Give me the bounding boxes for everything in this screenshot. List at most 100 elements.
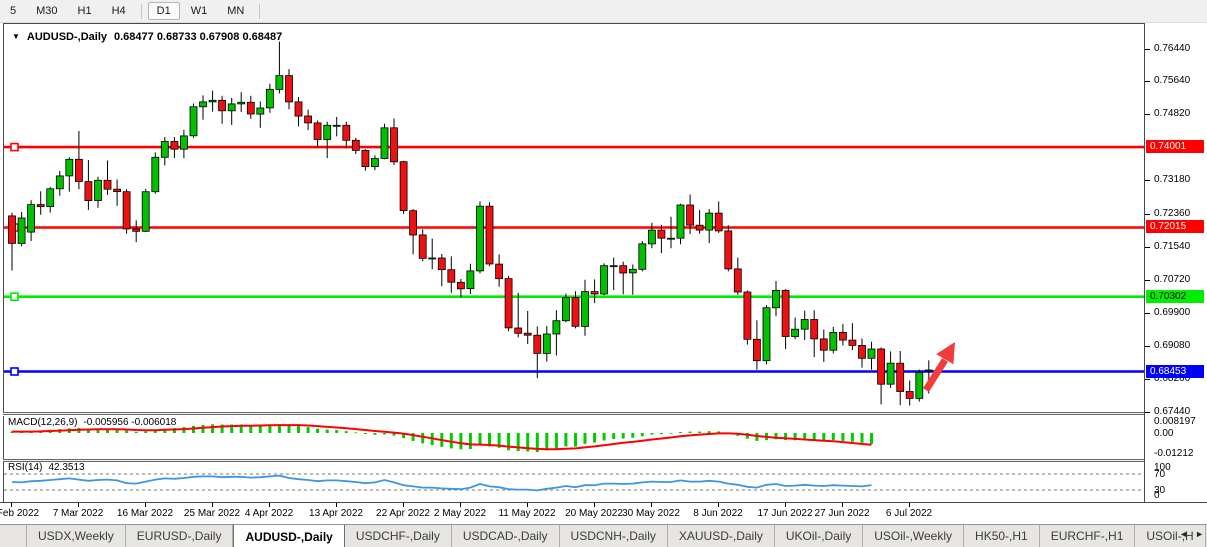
macd-histogram-bar	[326, 430, 329, 434]
price-axis-tick	[1145, 247, 1150, 248]
candle-body	[142, 192, 149, 232]
pane-separator[interactable]	[3, 412, 1144, 415]
tab-scroll-left-icon[interactable]: ◄	[1179, 529, 1188, 539]
macd-pane[interactable]: MACD(12,26,9) -0.005956 -0.006018	[3, 416, 1144, 459]
symbol-tab-usdcad-daily[interactable]: USDCAD-,Daily	[452, 525, 560, 547]
candle-body	[744, 292, 751, 339]
candle-body	[276, 76, 283, 90]
candle-body	[725, 231, 732, 269]
symbol-tab-ukoil-daily[interactable]: UKOil-,Daily	[775, 525, 863, 547]
symbol-tab-xauusd-daily[interactable]: XAUUSD-,Daily	[668, 525, 775, 547]
macd-histogram-bar	[689, 432, 692, 433]
candle-body	[75, 159, 82, 181]
candlestick-canvas[interactable]	[4, 24, 1144, 412]
timeframe-toolbar: 5M30H1H4 D1W1MN	[0, 0, 1207, 23]
macd-histogram-bar	[870, 433, 873, 444]
candle-body	[209, 100, 216, 102]
candle-body	[467, 271, 474, 289]
macd-histogram-bar	[832, 433, 835, 440]
macd-histogram-bar	[564, 433, 567, 446]
symbol-tab-usdchf-daily[interactable]: USDCHF-,Daily	[345, 525, 452, 547]
macd-axis-label: 0.008197	[1154, 416, 1196, 427]
candle-body	[849, 340, 856, 345]
price-line-tag: 0.70302	[1146, 290, 1204, 303]
candle-body	[715, 213, 722, 231]
macd-histogram-bar	[383, 433, 386, 434]
symbol-tab-usdx-weekly[interactable]: USDX,Weekly	[26, 525, 126, 547]
macd-histogram-bar	[211, 424, 214, 433]
candle-body	[773, 290, 780, 307]
candle-body	[343, 125, 350, 140]
symbol-tab-usoil-weekly[interactable]: USOil-,Weekly	[863, 525, 964, 547]
candle-body	[333, 125, 340, 126]
price-axis-tick	[1145, 346, 1150, 347]
symbol-tab-usdcnh-daily[interactable]: USDCNH-,Daily	[560, 525, 668, 547]
timeframe-button-H1[interactable]: H1	[69, 2, 101, 20]
date-axis-tick	[651, 503, 652, 507]
price-axis-label: 0.69900	[1154, 307, 1190, 318]
candle-body	[706, 213, 713, 230]
macd-histogram-bar	[354, 432, 357, 433]
macd-histogram-bar	[555, 433, 558, 449]
line-anchor[interactable]	[11, 368, 18, 375]
macd-histogram-bar	[125, 431, 128, 433]
timeframe-button-H4[interactable]: H4	[103, 2, 135, 20]
candle-body	[238, 102, 245, 104]
date-axis-tick	[11, 503, 12, 507]
date-axis-label: 6 Jul 2022	[867, 508, 951, 519]
candle-body	[811, 320, 818, 339]
price-axis-label: 0.71540	[1154, 241, 1190, 252]
macd-histogram-bar	[459, 433, 462, 449]
candle-body	[419, 235, 426, 259]
price-axis-tick	[1145, 180, 1150, 181]
symbol-tab-eurusd-daily[interactable]: EURUSD-,Daily	[126, 525, 234, 547]
macd-histogram-bar	[574, 433, 577, 447]
candle-body	[515, 328, 522, 333]
symbol-tab-hk50-h1[interactable]: HK50-,H1	[964, 525, 1040, 547]
symbol-tab-bar: USDX,WeeklyEURUSD-,DailyAUDUSD-,DailyUSD…	[0, 524, 1207, 547]
candle-body	[161, 142, 168, 158]
tab-scroll-arrows: ◄ ►	[1179, 529, 1204, 539]
macd-histogram-bar	[421, 433, 424, 443]
candle-body	[200, 102, 207, 107]
candle-body	[572, 298, 579, 327]
candle-body	[295, 102, 302, 116]
line-anchor[interactable]	[11, 293, 18, 300]
candle-body	[123, 192, 130, 229]
chart-dropdown-icon[interactable]: ▼	[12, 33, 20, 41]
timeframe-button-MN[interactable]: MN	[218, 2, 253, 20]
rsi-canvas[interactable]	[4, 462, 1144, 502]
candle-body	[66, 159, 73, 176]
line-anchor[interactable]	[11, 144, 18, 151]
price-axis: 0.764400.756400.748200.731800.723600.715…	[1144, 23, 1207, 524]
macd-histogram-bar	[641, 433, 644, 436]
price-axis-tick	[1145, 81, 1150, 82]
candlestick-chart-pane[interactable]: ▼ AUDUSD-,Daily 0.68477 0.68733 0.67908 …	[3, 24, 1144, 412]
price-axis-tick	[1145, 412, 1150, 413]
chart-title: ▼ AUDUSD-,Daily 0.68477 0.68733 0.67908 …	[12, 31, 282, 43]
symbol-tab-eurchf-h1[interactable]: EURCHF-,H1	[1040, 525, 1136, 547]
macd-histogram-bar	[841, 433, 844, 441]
rsi-pane[interactable]: RSI(14) 42.3513	[3, 462, 1144, 502]
timeframe-button-W1[interactable]: W1	[182, 2, 217, 20]
candle-body	[639, 244, 646, 269]
timeframe-button-5[interactable]: 5	[1, 2, 25, 20]
candle-body	[228, 104, 235, 111]
candle-body	[925, 370, 932, 371]
tab-scroll-right-icon[interactable]: ►	[1195, 529, 1204, 539]
timeframe-button-M30[interactable]: M30	[27, 2, 66, 20]
candle-body	[582, 292, 589, 327]
macd-histogram-bar	[345, 431, 348, 433]
candle-body	[524, 333, 531, 335]
date-axis-tick	[718, 503, 719, 507]
price-line-tag: 0.72015	[1146, 220, 1204, 233]
candle-body	[133, 229, 140, 231]
price-axis-label: 0.72360	[1154, 208, 1190, 219]
symbol-tab-audusd-daily[interactable]: AUDUSD-,Daily	[233, 524, 344, 547]
timeframe-button-D1[interactable]: D1	[148, 2, 180, 20]
candle-body	[286, 76, 293, 102]
candle-body	[782, 290, 789, 336]
macd-histogram-bar	[373, 433, 376, 435]
candle-body	[687, 205, 694, 225]
price-axis-label: 0.69080	[1154, 340, 1190, 351]
